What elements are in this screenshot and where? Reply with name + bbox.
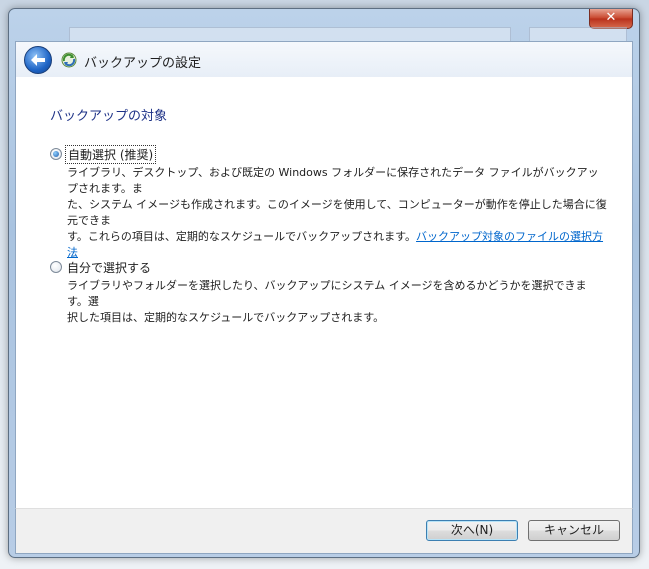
back-button[interactable]	[24, 46, 52, 74]
desc-line: ライブラリやフォルダーを選択したり、バックアップにシステム イメージを含めるかど…	[67, 279, 587, 308]
radio-automatic[interactable]	[50, 148, 62, 160]
desc-line: 択した項目は、定期的なスケジュールでバックアップされます。	[67, 311, 385, 324]
option-automatic-description: ライブラリ、デスクトップ、および既定の Windows フォルダーに保存されたデ…	[67, 165, 607, 261]
desc-line: た、システム イメージも作成されます。このイメージを使用して、コンピューターが動…	[67, 198, 607, 227]
backup-icon	[61, 52, 77, 68]
desc-line-text: す。これらの項目は、定期的なスケジュールでバックアップされます。	[67, 230, 417, 243]
option-manual-description: ライブラリやフォルダーを選択したり、バックアップにシステム イメージを含めるかど…	[67, 278, 607, 326]
section-heading: バックアップの対象	[50, 109, 168, 124]
radio-manual[interactable]	[50, 261, 62, 273]
dialog-header: バックアップの設定	[15, 41, 633, 78]
desc-line: す。これらの項目は、定期的なスケジュールでバックアップされます。バックアップ対象…	[67, 229, 607, 261]
dialog-title: バックアップの設定	[84, 56, 202, 71]
option-automatic-label[interactable]: 自動選択 (推奨)	[65, 145, 157, 164]
option-manual-label[interactable]: 自分で選択する	[67, 259, 151, 276]
content-area: バックアップの対象 自動選択 (推奨) ライブラリ、デスクトップ、および既定の …	[15, 77, 633, 508]
cancel-button[interactable]: キャンセル	[528, 520, 620, 541]
desc-line: ライブラリ、デスクトップ、および既定の Windows フォルダーに保存されたデ…	[67, 166, 599, 195]
back-arrow-icon	[31, 54, 45, 66]
backup-settings-dialog: ✕ バックアップの設定 バックアップの対象 自動選択 (推奨) ライブラリ、デス…	[8, 8, 640, 558]
close-button[interactable]: ✕	[589, 9, 633, 29]
dialog-footer: 次へ(N) キャンセル	[15, 508, 633, 554]
next-button[interactable]: 次へ(N)	[426, 520, 518, 541]
